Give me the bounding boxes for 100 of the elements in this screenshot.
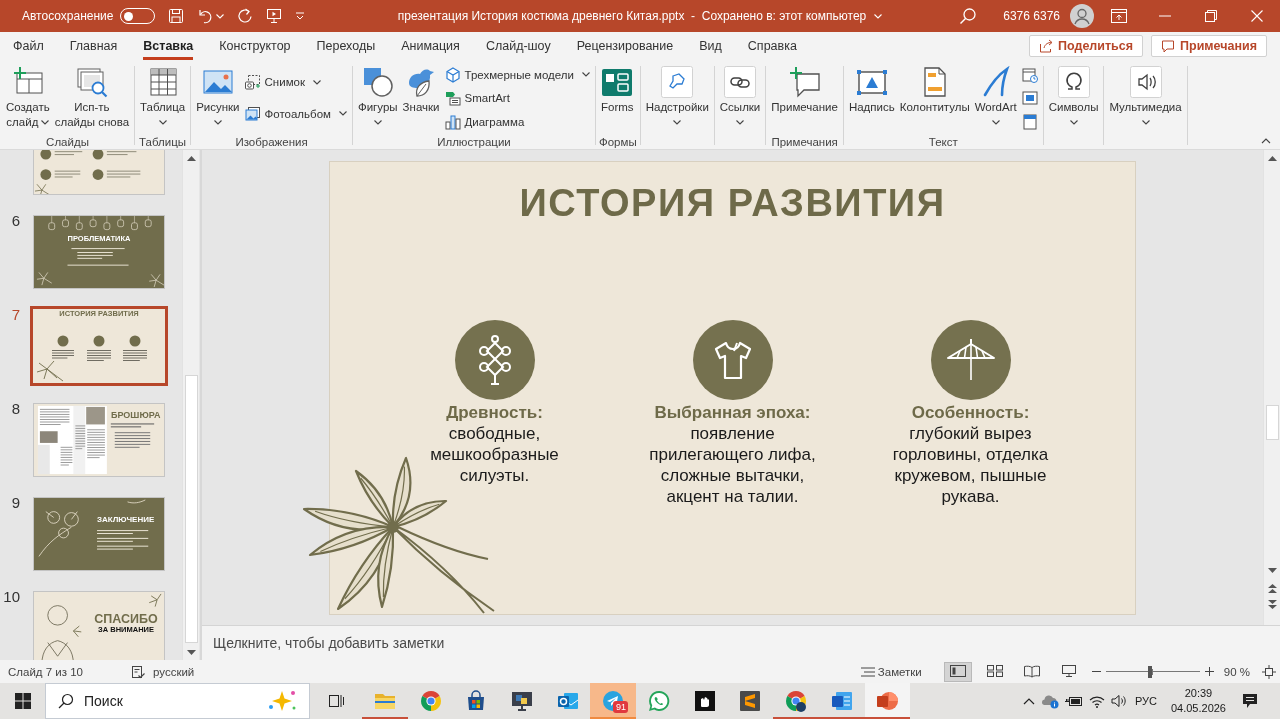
item-text: появление прилегающего лифа, сложные вытачки, акцент на талии.	[649, 423, 816, 507]
redo-icon[interactable]	[237, 8, 254, 24]
taskbar-button[interactable]: 91	[590, 683, 637, 719]
battery-icon[interactable]	[1064, 695, 1083, 707]
zoom-slider[interactable]	[1105, 665, 1200, 678]
document-title[interactable]: презентация История костюма древнего Китая.pptx - Сохранено в: этот компьютер	[397, 9, 883, 23]
restore-icon[interactable]	[1205, 10, 1217, 22]
shapes-icon	[361, 65, 394, 98]
task-view-icon[interactable]	[327, 693, 345, 709]
ribbon-button[interactable]: Исп-ть слайды снова	[52, 62, 132, 134]
start-icon[interactable]	[14, 693, 31, 709]
search-icon	[58, 693, 74, 709]
ribbon-tab[interactable]: Конструктор	[206, 32, 304, 60]
search-icon[interactable]	[959, 7, 978, 25]
ribbon-tab[interactable]: Анимация	[388, 32, 473, 60]
ribbon-button[interactable]: SmartArt	[442, 87, 592, 109]
polygon-tile-icon	[661, 65, 694, 98]
book-icon	[1023, 665, 1040, 678]
search-box[interactable]: Поиск	[45, 683, 310, 719]
ribbon-button[interactable]: Трехмерные модели	[442, 63, 592, 86]
avatar-icon[interactable]	[1070, 4, 1094, 28]
ribbon-button[interactable]: Диаграмма	[442, 110, 592, 133]
slide-number: 8	[10, 400, 20, 418]
clock-time[interactable]: 20:39	[1184, 686, 1213, 701]
clock-date[interactable]: 04.05.2026	[1170, 701, 1226, 716]
ribbon-tab[interactable]: Файл	[0, 32, 57, 60]
ribbon-button[interactable]: Примечание	[769, 62, 840, 134]
language-indicator[interactable]: РУС	[1134, 695, 1157, 707]
ribbon-button[interactable]: Таблица	[138, 62, 188, 134]
undo-icon[interactable]	[197, 8, 214, 24]
notes-field[interactable]: Щелкните, чтобы добавить заметки	[213, 635, 613, 651]
comments-button[interactable]: Примечания	[1151, 35, 1267, 57]
zoom-slider-thumb[interactable]	[1148, 665, 1153, 678]
view-button[interactable]	[943, 661, 972, 682]
close-icon[interactable]	[1251, 10, 1263, 22]
ribbon-button[interactable]: Создать слайд	[4, 62, 52, 134]
scroll-up-icon[interactable]	[186, 155, 196, 161]
ribbon-button[interactable]: Forms	[599, 62, 636, 134]
slide-counter: Слайд 7 из 10	[8, 665, 83, 678]
document-check-icon[interactable]	[131, 664, 145, 679]
ribbon-tab[interactable]: Вставка	[130, 32, 207, 60]
unread-count: 91	[613, 701, 629, 713]
cloud-icon[interactable]	[1040, 693, 1059, 709]
scroll-down-icon[interactable]	[1267, 567, 1277, 573]
scrollbar-thumb[interactable]	[184, 375, 198, 643]
window-icon[interactable]	[1021, 113, 1038, 130]
ribbon-tab[interactable]: Переходы	[303, 32, 389, 60]
scrollbar-thumb[interactable]	[1265, 405, 1279, 440]
ribbon-button[interactable]: Снимок	[242, 71, 349, 94]
chevron-up-icon[interactable]	[1261, 138, 1271, 144]
item-heading: Особенность:	[911, 402, 1030, 423]
plus-icon[interactable]	[1204, 667, 1214, 676]
display-options-icon[interactable]	[1111, 9, 1127, 23]
ribbon-tab[interactable]: Слайд-шоу	[472, 32, 564, 60]
save-icon[interactable]	[168, 8, 185, 24]
ribbon-button[interactable]: Мультимедиа	[1107, 62, 1184, 134]
ribbon-button[interactable]: Фотоальбом	[242, 102, 349, 125]
speech-bubble-plus-icon	[788, 65, 821, 98]
ribbon-button[interactable]: Фигуры	[355, 62, 400, 134]
previous-slide-icon[interactable]	[1267, 583, 1277, 593]
ribbon-tab[interactable]: Вид	[686, 32, 735, 60]
scroll-up-icon[interactable]	[1267, 155, 1277, 161]
fit-window-icon[interactable]	[1262, 664, 1276, 679]
user-name[interactable]: 6376 6376	[1003, 9, 1060, 23]
ribbon-button[interactable]: Значки	[400, 62, 442, 134]
ribbon-button[interactable]: Ссылки	[717, 62, 763, 134]
ribbon-tab[interactable]: Справка	[734, 32, 810, 60]
item-text: глубокий вырез горловины, отделка кружевом, пышные рукава.	[892, 423, 1049, 507]
presentation-icon[interactable]	[266, 8, 283, 24]
share-button[interactable]: Поделиться	[1029, 35, 1144, 57]
next-slide-icon[interactable]	[1267, 599, 1277, 609]
group-label: Таблицы	[139, 135, 187, 148]
scroll-down-icon[interactable]	[186, 649, 196, 655]
ribbon-tab[interactable]: Рецензирование	[563, 32, 687, 60]
calendar-icon[interactable]	[1021, 66, 1038, 83]
ribbon-button[interactable]: Символы	[1046, 62, 1101, 134]
chevron-up-icon[interactable]	[1022, 697, 1035, 705]
caret-icon	[216, 13, 225, 19]
speaker-icon[interactable]	[1110, 694, 1127, 708]
item-heading: Древность:	[446, 402, 543, 423]
document-tile-icon	[829, 689, 854, 713]
wifi-icon[interactable]	[1088, 694, 1105, 708]
zoom-percentage[interactable]: 90 %	[1223, 665, 1250, 678]
fist-tile-icon	[692, 689, 717, 713]
slide-thumbnail[interactable]: БРОШЮРА	[33, 403, 165, 477]
customize-icon[interactable]	[295, 11, 306, 21]
ribbon-button[interactable]: Рисунки	[194, 62, 242, 134]
notes-button[interactable]: Заметки	[860, 665, 922, 678]
monitor-icon	[509, 689, 534, 713]
slide-thumbnail[interactable]: ЗАКЛЮЧЕНИЕ	[33, 497, 165, 571]
language-button[interactable]: русский	[153, 665, 195, 678]
pie-tile-icon	[875, 689, 900, 713]
notification-icon[interactable]	[1242, 693, 1258, 709]
ribbon-button[interactable]: Колонтитулы	[897, 62, 972, 134]
search-input[interactable]: Поиск	[84, 693, 234, 709]
ribbon-button[interactable]: WordArt	[972, 62, 1019, 134]
frame-icon[interactable]	[1021, 90, 1038, 106]
ribbon-button[interactable]: Надпись	[846, 62, 897, 134]
ribbon-button[interactable]: Надстройки	[643, 62, 711, 134]
ribbon-tab[interactable]: Главная	[56, 32, 131, 60]
